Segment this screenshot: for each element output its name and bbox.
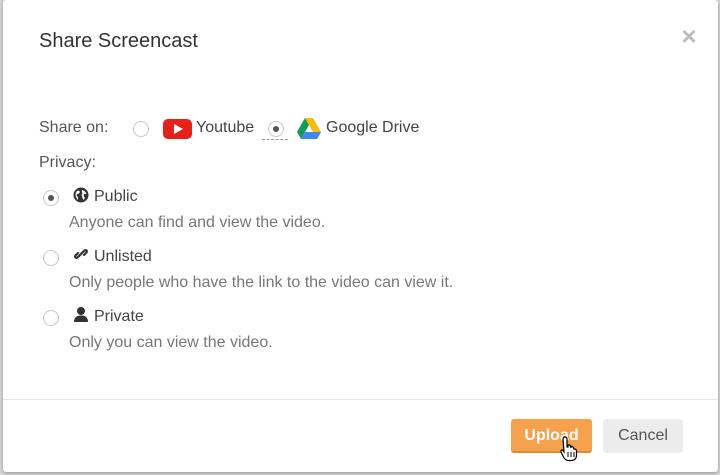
close-icon[interactable]: ×: [677, 22, 701, 50]
privacy-option-public-label: Public: [94, 188, 138, 205]
radio-privacy-unlisted[interactable]: [43, 250, 59, 266]
hand-cursor-icon: [559, 436, 579, 467]
share-screencast-dialog: Share Screencast × Share on: Youtube Goo…: [3, 0, 718, 472]
privacy-option-private-label: Private: [94, 308, 144, 325]
privacy-label: Privacy:: [39, 154, 96, 171]
radio-share-youtube[interactable]: [133, 121, 149, 137]
radio-share-google-drive[interactable]: [268, 121, 284, 137]
google-drive-icon: [297, 118, 321, 144]
focus-indicator: [262, 139, 288, 140]
cancel-button[interactable]: Cancel: [603, 419, 683, 453]
privacy-option-public-description: Anyone can find and view the video.: [69, 214, 326, 231]
upload-button[interactable]: Upload: [511, 419, 592, 453]
dialog-title: Share Screencast: [39, 30, 198, 52]
privacy-option-unlisted-description: Only people who have the link to the vid…: [69, 274, 454, 291]
person-icon: [73, 306, 89, 328]
youtube-icon: [163, 119, 192, 144]
privacy-option-private-description: Only you can view the video.: [69, 334, 273, 351]
globe-icon: [73, 187, 89, 208]
share-option-youtube-label: Youtube: [196, 119, 255, 136]
privacy-option-unlisted-label: Unlisted: [94, 248, 152, 265]
footer-divider: [3, 399, 718, 400]
link-icon: [73, 246, 89, 267]
share-option-google-drive-label: Google Drive: [326, 119, 420, 136]
share-on-label: Share on:: [39, 119, 109, 136]
radio-privacy-public[interactable]: [43, 190, 59, 206]
radio-privacy-private[interactable]: [43, 310, 59, 326]
